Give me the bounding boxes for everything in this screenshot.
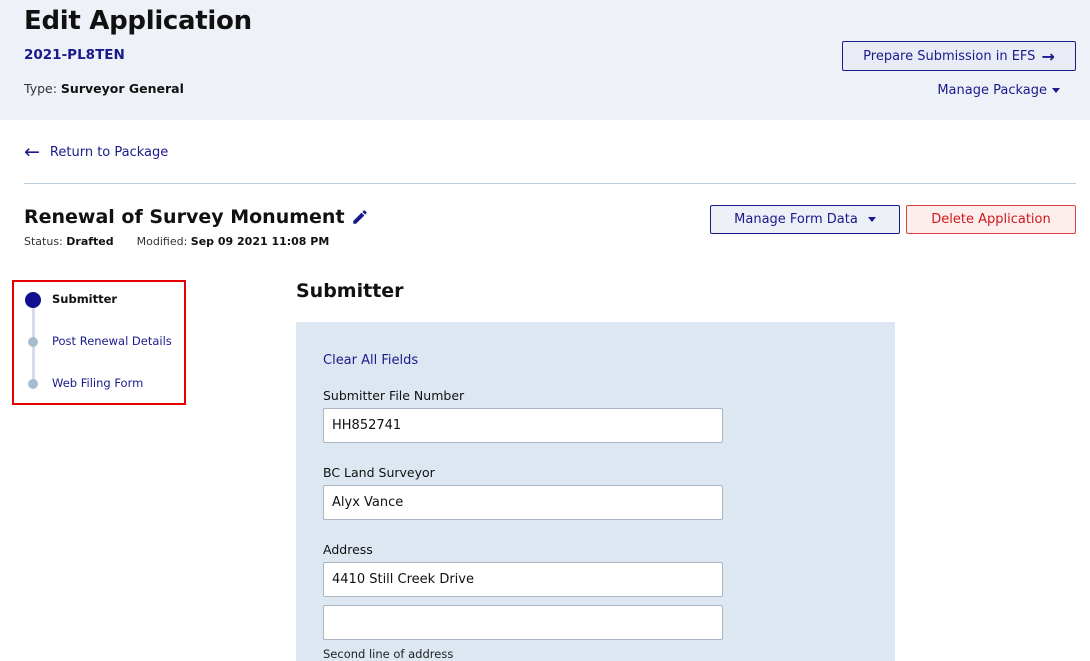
- status-label: Status:: [24, 235, 63, 248]
- return-to-package-link[interactable]: ← Return to Package: [24, 143, 168, 162]
- submitter-file-number-input[interactable]: [323, 408, 723, 443]
- status-value: Drafted: [66, 235, 114, 248]
- address-line2-help: Second line of address: [323, 647, 454, 661]
- address-label: Address: [323, 542, 373, 557]
- submitter-file-number-label: Submitter File Number: [323, 388, 465, 403]
- caret-down-icon: [867, 217, 876, 222]
- type-value: Surveyor General: [60, 81, 184, 96]
- bc-land-surveyor-label: BC Land Surveyor: [323, 465, 435, 480]
- step-pending-dot-icon: [28, 337, 38, 347]
- modified-value: Sep 09 2021 11:08 PM: [190, 235, 330, 248]
- step-label: Post Renewal Details: [52, 334, 172, 348]
- pencil-icon[interactable]: [351, 208, 369, 226]
- step-pending-dot-icon: [28, 379, 38, 389]
- prepare-submission-button[interactable]: Prepare Submission in EFS →: [842, 41, 1076, 71]
- delete-application-button[interactable]: Delete Application: [906, 205, 1076, 234]
- clear-all-fields-link[interactable]: Clear All Fields: [323, 353, 418, 368]
- application-type: Type: Surveyor General: [24, 81, 184, 96]
- address-line1-input[interactable]: [323, 562, 723, 597]
- form-title-text: Renewal of Survey Monument: [24, 206, 345, 228]
- delete-application-label: Delete Application: [931, 212, 1051, 227]
- page-title: Edit Application: [24, 6, 252, 36]
- manage-form-data-label: Manage Form Data: [734, 212, 858, 227]
- manage-form-data-button[interactable]: Manage Form Data: [710, 205, 900, 234]
- prepare-submission-label: Prepare Submission in EFS: [863, 48, 1036, 64]
- arrow-left-icon: ←: [24, 141, 40, 163]
- step-active-dot-icon: [25, 292, 41, 308]
- type-label: Type:: [24, 81, 57, 96]
- manage-package-label: Manage Package: [937, 83, 1047, 98]
- form-title: Renewal of Survey Monument: [24, 206, 369, 228]
- address-line2-input[interactable]: [323, 605, 723, 640]
- return-to-package-label: Return to Package: [49, 145, 169, 160]
- step-label: Submitter: [52, 292, 118, 306]
- form-meta: Status: Drafted Modified: Sep 09 2021 11…: [24, 235, 329, 248]
- section-title: Submitter: [296, 280, 404, 302]
- submitter-form-panel: Clear All Fields Submitter File Number B…: [296, 322, 895, 661]
- step-navigator: Submitter Post Renewal Details Web Filin…: [12, 280, 186, 405]
- caret-down-icon: [1052, 88, 1060, 93]
- divider: [24, 183, 1076, 184]
- page-header: Edit Application 2021-PL8TEN Type: Surve…: [0, 0, 1090, 120]
- step-label: Web Filing Form: [52, 376, 144, 390]
- manage-package-dropdown[interactable]: Manage Package: [937, 83, 1060, 98]
- application-id: 2021-PL8TEN: [24, 47, 125, 63]
- bc-land-surveyor-input[interactable]: [323, 485, 723, 520]
- modified-label: Modified:: [136, 235, 188, 248]
- arrow-right-icon: →: [1041, 46, 1055, 66]
